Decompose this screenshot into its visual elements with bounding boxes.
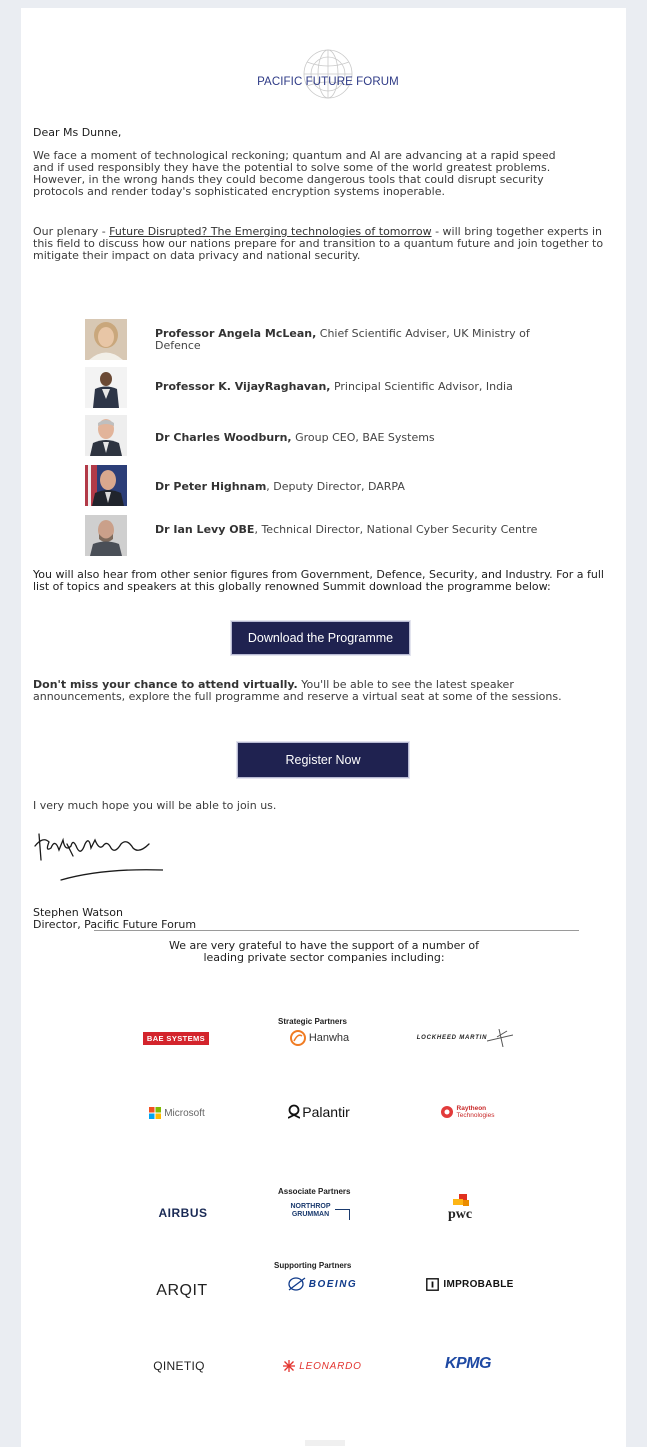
lockheed-martin-logo: LOCKHEED MARTIN — [409, 1029, 521, 1047]
speaker-entry: Dr Peter Highnam, Deputy Director, DARPA — [155, 481, 555, 493]
closing-line: I very much hope you will be able to joi… — [33, 799, 277, 812]
northrop-grumman-logo: NORTHROP GRUMMAN — [280, 1198, 360, 1224]
speaker-role: Principal Scientific Advisor, India — [330, 380, 513, 393]
strategic-partners-heading: Strategic Partners — [278, 1017, 347, 1026]
lockheed-martin-label: LOCKHEED MARTIN — [416, 1035, 488, 1041]
speaker-entry: Professor K. VijayRaghavan, Principal Sc… — [155, 381, 555, 393]
download-programme-button[interactable]: Download the Programme — [231, 621, 410, 655]
kpmg-label: KPMG — [445, 1355, 492, 1372]
airbus-logo: AIRBUS — [145, 1204, 221, 1222]
northrop-label: NORTHROP — [290, 1203, 331, 1210]
associate-partners-heading: Associate Partners — [278, 1187, 351, 1196]
pwc-logo: pwc — [435, 1191, 485, 1225]
arqit-label: ARQIT — [156, 1282, 208, 1299]
arqit-logo: ARQIT — [143, 1280, 221, 1302]
improbable-logo: IMPROBABLE — [418, 1274, 522, 1294]
handwritten-signature — [34, 833, 163, 881]
intro-paragraph: We face a moment of technological reckon… — [33, 149, 556, 198]
airbus-label: AIRBUS — [158, 1206, 208, 1220]
palantir-logo: Palantir — [279, 1102, 359, 1122]
supporting-partners-heading: Supporting Partners — [274, 1261, 352, 1270]
hanwha-logo: Hanwha — [279, 1028, 359, 1048]
northrop-bracket-icon — [334, 1208, 350, 1220]
speaker-entry: Dr Charles Woodburn, Group CEO, BAE Syst… — [155, 432, 555, 444]
speaker-photo-peter-highnam — [85, 465, 127, 506]
leonardo-logo: LEONARDO — [277, 1356, 367, 1376]
speaker-entry: Dr Ian Levy OBE, Technical Director, Nat… — [155, 524, 555, 536]
speaker-role: Group CEO, BAE Systems — [291, 431, 435, 444]
pwc-label: pwc — [447, 1207, 473, 1222]
boeing-logo: BOEING — [277, 1273, 367, 1295]
register-now-button[interactable]: Register Now — [237, 742, 409, 778]
pacific-future-forum-logo: PACIFIC FUTURE FORUM — [243, 48, 413, 108]
speaker-photo-vijayraghavan — [85, 367, 127, 408]
qinetiq-label: QINETIQ — [153, 1359, 205, 1373]
speaker-role: , Deputy Director, DARPA — [266, 480, 405, 493]
kpmg-logo: KPMG — [435, 1353, 501, 1375]
email-body: PACIFIC FUTURE FORUM Dear Ms Dunne, We f… — [21, 8, 626, 1447]
boeing-label: BOEING — [308, 1278, 358, 1290]
sponsors-intro: We are very grateful to have the support… — [169, 939, 479, 964]
divider — [94, 930, 579, 931]
speaker-entry: Professor Angela McLean, Chief Scientifi… — [155, 328, 555, 352]
microsoft-windows-icon — [149, 1107, 162, 1119]
technologies-label: Technologies — [456, 1112, 495, 1119]
leonardo-star-icon — [283, 1360, 296, 1372]
boeing-swirl-icon — [288, 1277, 306, 1291]
greeting: Dear Ms Dunne, — [33, 126, 122, 139]
partial-logo-cutoff — [305, 1440, 345, 1446]
raytheon-wordmark: Raytheon Technologies — [457, 1105, 495, 1119]
brand-name: PACIFIC FUTURE FORUM — [257, 76, 399, 88]
raytheon-technologies-logo: Raytheon Technologies — [427, 1101, 507, 1123]
lockheed-star-icon — [487, 1029, 514, 1047]
speaker-role: , Technical Director, National Cyber Sec… — [254, 523, 538, 536]
speaker-name: Dr Peter Highnam — [155, 480, 267, 493]
qinetiq-logo: QINETIQ — [139, 1356, 219, 1376]
grumman-label: GRUMMAN — [291, 1211, 330, 1218]
raytheon-label: Raytheon — [456, 1105, 487, 1112]
raytheon-burst-icon — [440, 1106, 453, 1118]
plenary-paragraph: Our plenary - Future Disrupted? The Emer… — [33, 226, 613, 262]
hanwha-label: Hanwha — [308, 1032, 350, 1044]
leonardo-label: LEONARDO — [299, 1360, 362, 1372]
bae-systems-logo: BAE SYSTEMS — [138, 1031, 214, 1045]
bae-systems-label: BAE SYSTEMS — [142, 1031, 210, 1045]
microsoft-label: Microsoft — [164, 1107, 205, 1119]
speaker-name: Dr Ian Levy OBE — [155, 523, 255, 536]
northrop-grumman-wordmark: NORTHROP GRUMMAN — [290, 1203, 330, 1219]
speaker-photo-angela-mclean — [85, 319, 127, 360]
palantir-label: Palantir — [302, 1104, 350, 1120]
palantir-mark-icon — [288, 1104, 301, 1119]
speaker-name: Dr Charles Woodburn, — [155, 431, 292, 444]
programme-paragraph: You will also hear from other senior fig… — [33, 568, 604, 593]
microsoft-logo: Microsoft — [137, 1105, 217, 1121]
improbable-box-icon — [426, 1277, 440, 1291]
speaker-name: Professor K. VijayRaghavan, — [155, 380, 331, 393]
pwc-blocks-icon — [453, 1194, 469, 1206]
speaker-photo-ian-levy — [85, 515, 127, 556]
speaker-photo-charles-woodburn — [85, 415, 127, 456]
improbable-label: IMPROBABLE — [443, 1278, 514, 1290]
virtual-paragraph: Don't miss your chance to attend virtual… — [33, 679, 593, 703]
hanwha-swirl-icon — [289, 1030, 306, 1046]
